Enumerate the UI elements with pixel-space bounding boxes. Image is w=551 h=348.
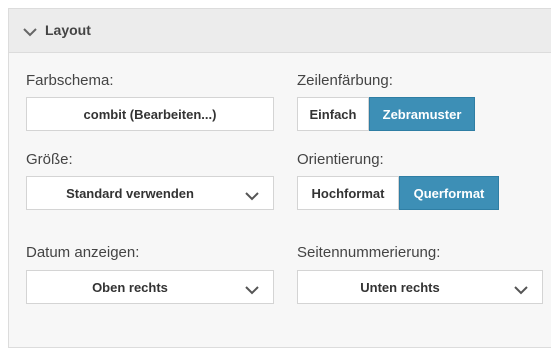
- chevron-down-icon: [514, 283, 528, 295]
- chevron-down-icon: [245, 283, 259, 295]
- page-numbering-label: Seitennummerierung:: [297, 244, 441, 261]
- date-select[interactable]: Oben rechts: [26, 270, 274, 304]
- size-select-value: Standard verwenden: [66, 186, 194, 201]
- page-numbering-select[interactable]: Unten rechts: [297, 270, 543, 304]
- section-title: Layout: [45, 22, 91, 38]
- color-scheme-edit-button[interactable]: combit (Bearbeiten...): [26, 97, 274, 131]
- orientation-option-landscape[interactable]: Querformat: [399, 176, 499, 210]
- chevron-down-icon: [245, 189, 259, 201]
- row-coloring-option-zebra[interactable]: Zebramuster: [369, 97, 475, 131]
- color-scheme-label: Farbschema:: [26, 72, 114, 89]
- date-select-value: Oben rechts: [92, 280, 168, 295]
- size-select[interactable]: Standard verwenden: [26, 176, 274, 210]
- layout-panel: Layout Farbschema: combit (Bearbeiten...…: [8, 8, 551, 348]
- section-header[interactable]: Layout: [9, 9, 551, 53]
- size-label: Größe:: [26, 151, 73, 168]
- page-numbering-select-value: Unten rechts: [360, 280, 440, 295]
- orientation-label: Orientierung:: [297, 151, 384, 168]
- date-label: Datum anzeigen:: [26, 244, 140, 261]
- row-coloring-option-simple[interactable]: Einfach: [297, 97, 369, 131]
- row-coloring-label: Zeilenfärbung:: [297, 72, 393, 89]
- chevron-down-icon[interactable]: [23, 25, 37, 37]
- orientation-option-portrait[interactable]: Hochformat: [297, 176, 399, 210]
